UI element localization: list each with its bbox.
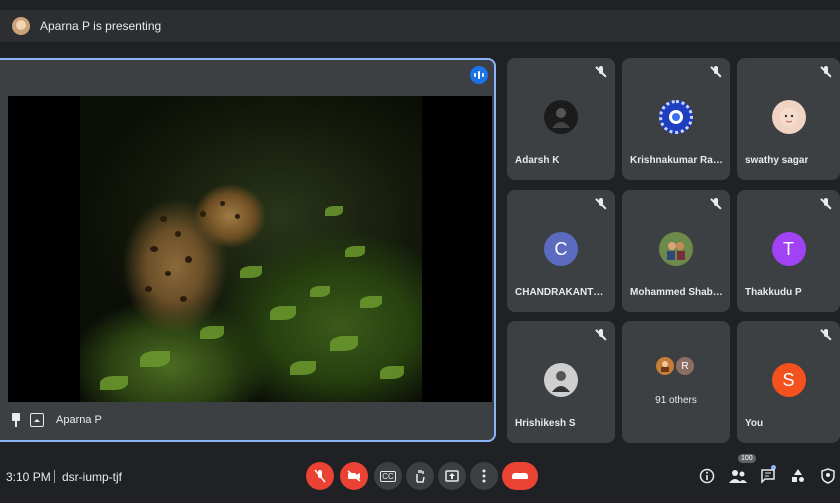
- people-button[interactable]: [728, 466, 748, 486]
- participant-name: Mohammed Shabin p: [630, 287, 725, 298]
- chat-button[interactable]: [758, 466, 778, 486]
- mic-toggle-button[interactable]: [306, 462, 334, 490]
- meeting-code: dsr-iump-tjf: [62, 470, 123, 484]
- avatar-letter: S: [771, 363, 806, 397]
- people-count-badge: 100: [738, 454, 756, 463]
- host-controls-icon: [821, 468, 835, 484]
- host-controls-button[interactable]: [818, 466, 838, 486]
- others-tile[interactable]: R 91 others: [622, 321, 730, 443]
- participant-name: CHANDRAKANTH J...: [515, 287, 610, 298]
- participant-tile[interactable]: Hrishikesh S: [507, 321, 615, 443]
- stage-footer: Aparna P: [0, 400, 494, 440]
- info-icon: [699, 468, 715, 484]
- bottom-bar: 3:10 PM dsr-iump-tjf CC 100: [0, 450, 840, 503]
- raise-hand-button[interactable]: [406, 462, 434, 490]
- participant-name: Adarsh K: [515, 155, 560, 166]
- mic-off-icon: [820, 198, 832, 210]
- participant-name: You: [745, 418, 764, 429]
- mic-off-icon: [710, 66, 722, 78]
- participant-tile[interactable]: C CHANDRAKANTH J...: [507, 190, 615, 312]
- chat-icon: [761, 469, 775, 484]
- mic-off-icon: [595, 198, 607, 210]
- participant-tile[interactable]: Mohammed Shabin p: [622, 190, 730, 312]
- participant-tile[interactable]: swathy sagar: [737, 58, 840, 180]
- others-count: 91 others: [655, 395, 697, 406]
- avatar-letter: C: [544, 232, 578, 266]
- avatar: [544, 363, 578, 397]
- mic-off-icon: [710, 198, 722, 210]
- presentation-stage[interactable]: Aparna P: [0, 58, 496, 442]
- captions-button[interactable]: CC: [374, 462, 402, 490]
- pin-icon[interactable]: [10, 413, 22, 427]
- presenter-name: Aparna P: [56, 414, 102, 426]
- people-icon: [729, 470, 747, 483]
- participant-tile[interactable]: Krishnakumar Rama...: [622, 58, 730, 180]
- avatar: [659, 100, 693, 134]
- participant-tile[interactable]: T Thakkudu P: [737, 190, 840, 312]
- speaking-indicator-icon: [470, 66, 488, 84]
- mic-off-icon: [595, 66, 607, 78]
- mic-off-icon: [314, 469, 326, 483]
- camera-toggle-button[interactable]: [340, 462, 368, 490]
- clock: 3:10 PM: [6, 470, 51, 484]
- avatar-letter: R: [674, 355, 696, 377]
- camera-off-icon: [347, 470, 361, 482]
- avatar: [659, 232, 693, 266]
- present-now-button[interactable]: [438, 462, 466, 490]
- leave-call-button[interactable]: [502, 462, 538, 490]
- presenter-avatar: [12, 17, 30, 35]
- present-screen-icon: [445, 470, 459, 482]
- mic-off-icon: [820, 66, 832, 78]
- mic-off-icon: [820, 329, 832, 341]
- meeting-details-button[interactable]: [697, 466, 717, 486]
- avatar: [654, 355, 676, 377]
- participant-name: Thakkudu P: [745, 287, 802, 298]
- participant-name: swathy sagar: [745, 155, 809, 166]
- more-options-button[interactable]: [470, 462, 498, 490]
- participant-tile[interactable]: Adarsh K: [507, 58, 615, 180]
- avatar: [544, 100, 578, 134]
- avatar-letter: T: [771, 232, 806, 266]
- activities-button[interactable]: [788, 466, 808, 486]
- participant-name: Hrishikesh S: [515, 418, 576, 429]
- leopard-photo: [80, 96, 422, 402]
- captions-icon: CC: [380, 470, 396, 482]
- raise-hand-icon: [416, 470, 425, 483]
- top-bar: Aparna P is presenting: [0, 0, 840, 52]
- more-options-icon: [482, 469, 486, 483]
- divider: [54, 470, 55, 483]
- end-call-icon: [512, 473, 528, 479]
- presenting-banner: Aparna P is presenting: [0, 10, 840, 42]
- present-to-all-icon: [30, 413, 44, 427]
- mic-off-icon: [595, 329, 607, 341]
- activities-icon: [792, 469, 804, 482]
- shared-screen: [8, 96, 492, 402]
- self-tile[interactable]: S You: [737, 321, 840, 443]
- participant-name: Krishnakumar Rama...: [630, 155, 725, 166]
- presenting-text: Aparna P is presenting: [40, 19, 162, 33]
- avatar: [771, 100, 806, 134]
